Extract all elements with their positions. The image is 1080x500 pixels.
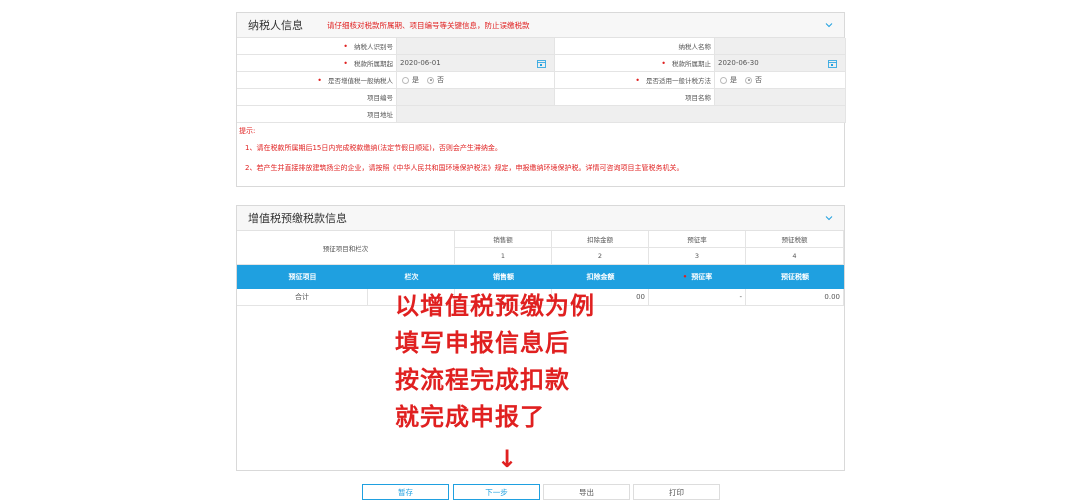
taxpayer-id-field <box>397 38 555 55</box>
col-row: 栏次 <box>404 273 419 281</box>
annotation-overlay: 以增值税预缴为例 填写申报信息后 按流程完成扣款 就完成申报了 <box>395 288 595 436</box>
project-no-field <box>397 89 555 106</box>
required-mark: • <box>635 75 640 85</box>
tips-title: 提示: <box>239 127 256 135</box>
annotation-line-1: 以增值税预缴为例 <box>395 292 595 320</box>
head-deduction: 扣除金额 <box>552 231 649 248</box>
tips-line-2: 2、若产生并直接排放建筑扬尘的企业，请按照《中华人民共和国环境保护税法》规定，申… <box>245 164 684 172</box>
taxpayer-name-label: 纳税人名称 <box>555 38 715 55</box>
period-start-field[interactable]: 2020-06-01 <box>397 55 555 72</box>
chevron-down-icon[interactable] <box>824 20 834 30</box>
total-label: 合计 <box>237 289 368 305</box>
head-tax: 预征税额 <box>746 231 844 248</box>
project-addr-label: 项目地址 <box>237 106 397 123</box>
radio-yes[interactable] <box>720 76 727 84</box>
required-mark: • <box>343 41 348 51</box>
general-taxpayer-radio-group: 是 否 <box>397 72 555 89</box>
col-tax: 预征税额 <box>781 273 809 281</box>
taxpayer-panel: 纳税人信息 请仔细核对税款所属期、项目编号等关键信息，防止误缴税款 • 纳税人识别… <box>236 12 846 187</box>
chevron-down-icon[interactable] <box>824 213 834 223</box>
required-mark: • <box>661 58 666 68</box>
required-mark: • <box>317 75 322 85</box>
head-num-3: 3 <box>649 248 746 265</box>
calendar-icon[interactable] <box>537 59 546 68</box>
taxpayer-panel-title: 纳税人信息 <box>248 19 303 32</box>
head-num-1: 1 <box>455 248 552 265</box>
head-project-and-row: 预征项目和栏次 <box>237 231 455 265</box>
general-taxpayer-label: • 是否增值税一般纳税人 <box>237 72 397 89</box>
vat-panel-title: 增值税预缴税款信息 <box>248 212 347 225</box>
head-num-2: 2 <box>552 248 649 265</box>
export-button[interactable]: 导出 <box>543 484 630 500</box>
radio-no[interactable] <box>745 76 752 84</box>
total-tax: 0.00 <box>746 289 844 305</box>
head-sales: 销售额 <box>455 231 552 248</box>
col-item: 预征项目 <box>288 273 317 281</box>
project-addr-field <box>397 106 846 123</box>
taxpayer-id-label: • 纳税人识别号 <box>237 38 397 55</box>
period-start-label: • 税款所属期起 <box>237 55 397 72</box>
project-name-field <box>715 89 846 106</box>
taxpayer-panel-header[interactable]: 纳税人信息 请仔细核对税款所属期、项目编号等关键信息，防止误缴税款 <box>237 13 844 38</box>
head-num-4: 4 <box>746 248 844 265</box>
annotation-line-3: 按流程完成扣款 <box>395 366 570 394</box>
col-sales: 销售额 <box>493 273 514 281</box>
print-button[interactable]: 打印 <box>633 484 720 500</box>
period-end-field[interactable]: 2020-06-30 <box>715 55 846 72</box>
tips-section: 提示: 1、请在税款所属期后15日内完成税款缴纳(法定节假日顺延)，否则会产生滞… <box>237 123 844 182</box>
required-mark: • <box>682 273 688 281</box>
vat-table-head: 预征项目和栏次 销售额 扣除金额 预征率 预征税额 1 2 3 4 <box>237 231 844 265</box>
radio-yes[interactable] <box>402 76 409 84</box>
general-method-label: • 是否适用一般计税方法 <box>555 72 715 89</box>
head-rate: 预征率 <box>649 231 746 248</box>
vat-panel-header[interactable]: 增值税预缴税款信息 <box>237 206 844 231</box>
project-no-label: 项目编号 <box>237 89 397 106</box>
total-rate: - <box>649 289 746 305</box>
next-step-button[interactable]: 下一步 <box>453 484 540 500</box>
taxpayer-name-field <box>715 38 846 55</box>
period-end-label: • 税款所属期止 <box>555 55 715 72</box>
col-rate: • 预征率 <box>682 273 713 281</box>
col-deduction: 扣除金额 <box>586 273 615 281</box>
radio-no[interactable] <box>427 76 434 84</box>
annotation-line-2: 填写申报信息后 <box>395 329 570 357</box>
arrow-down-icon: ↓ <box>497 445 518 473</box>
save-draft-button[interactable]: 暂存 <box>362 484 449 500</box>
required-mark: • <box>343 58 348 68</box>
vat-column-bar: 预征项目 栏次 销售额 扣除金额 • 预征率 预征税额 <box>237 265 844 289</box>
annotation-line-4: 就完成申报了 <box>395 403 545 431</box>
tips-line-1: 1、请在税款所属期后15日内完成税款缴纳(法定节假日顺延)，否则会产生滞纳金。 <box>245 144 502 152</box>
calendar-icon[interactable] <box>828 59 837 68</box>
project-name-label: 项目名称 <box>555 89 715 106</box>
taxpayer-form: • 纳税人识别号 纳税人名称 • 税款所属期起 2020-06-01 • 税款所属期止… <box>237 38 846 123</box>
general-method-radio-group: 是 否 <box>715 72 846 89</box>
taxpayer-panel-note: 请仔细核对税款所属期、项目编号等关键信息，防止误缴税款 <box>327 20 530 30</box>
